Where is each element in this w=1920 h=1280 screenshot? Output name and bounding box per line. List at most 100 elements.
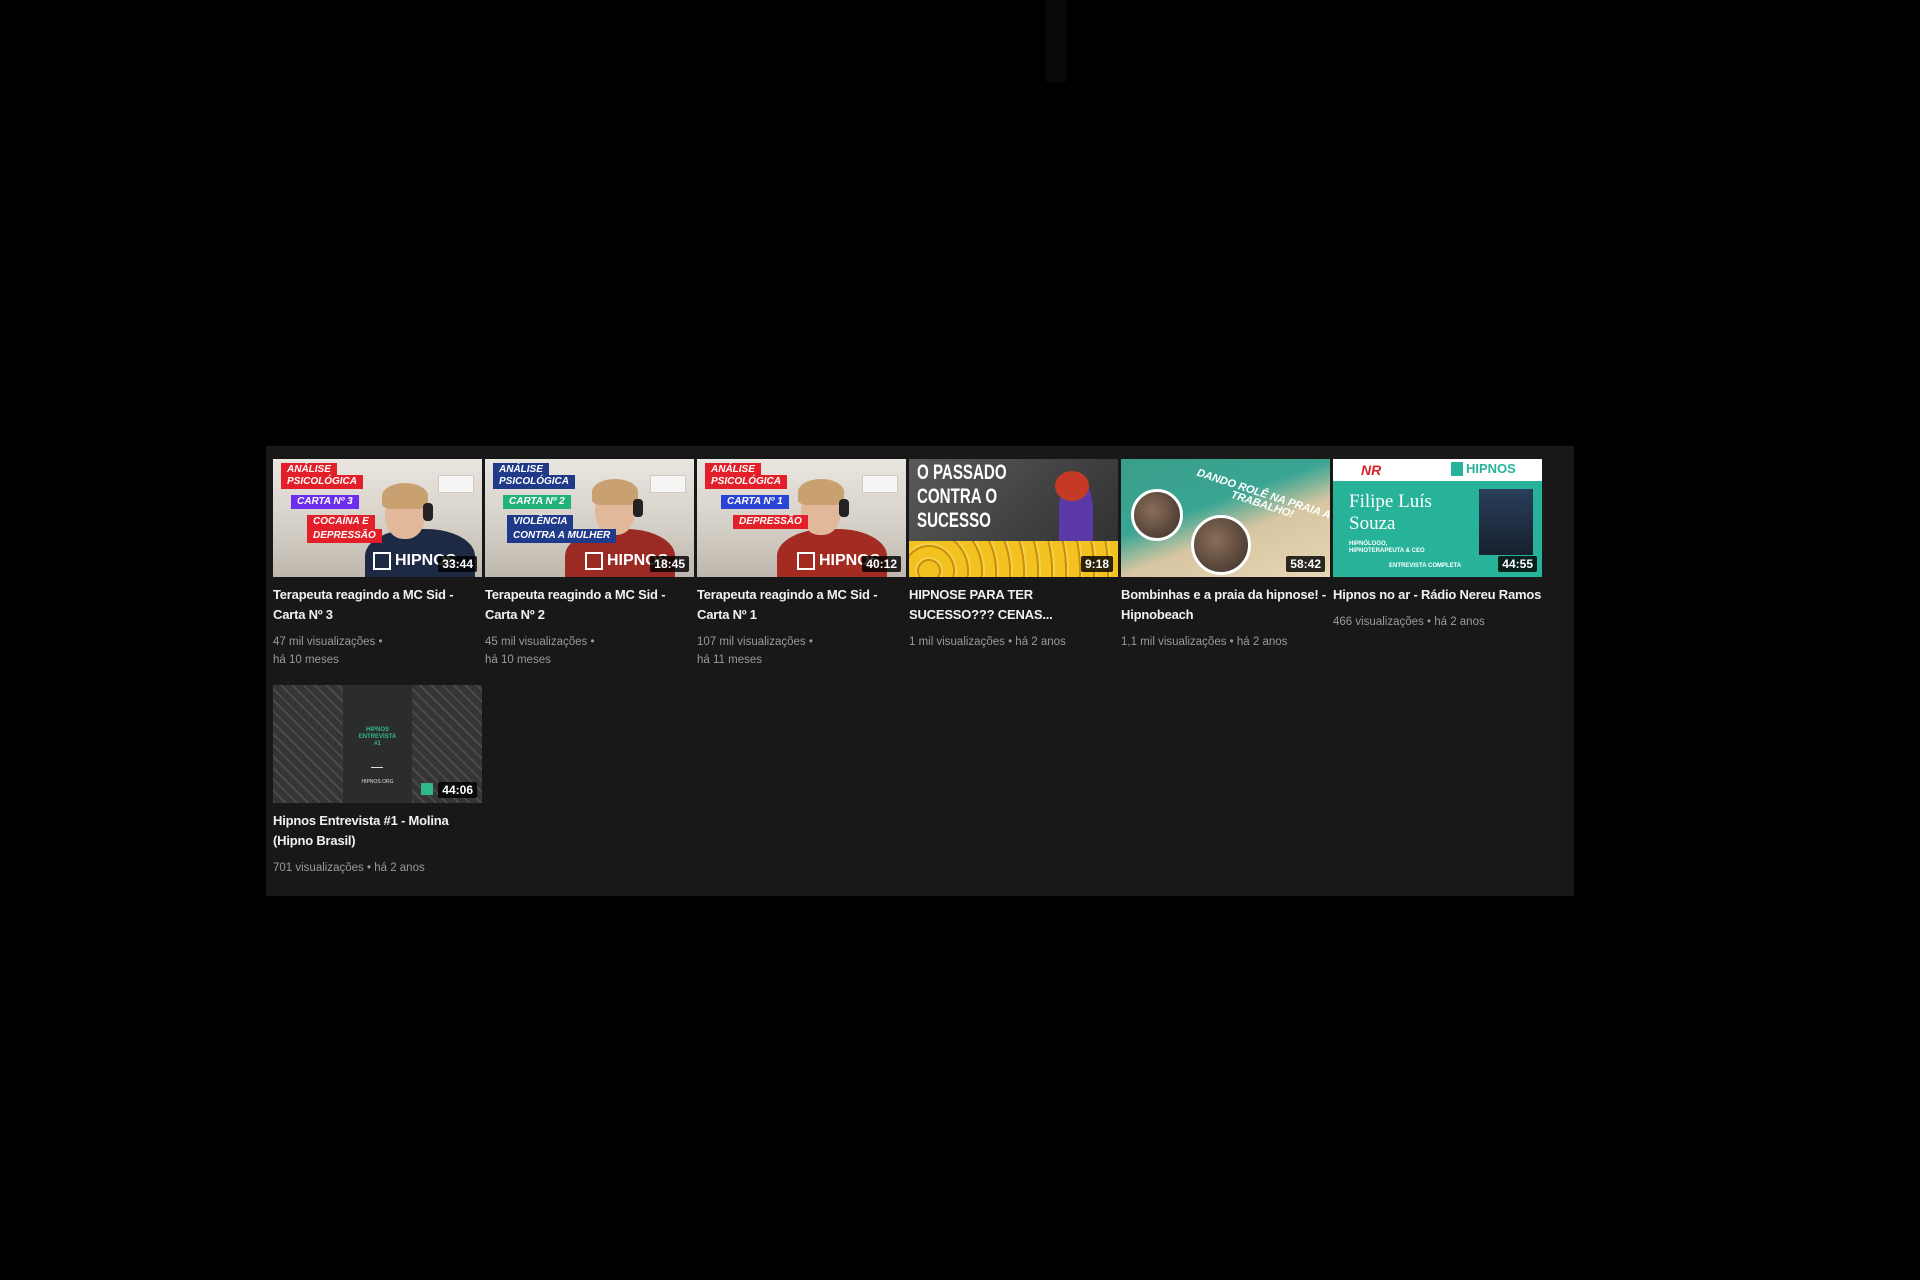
duration-badge: 9:18 xyxy=(1080,556,1113,572)
guest-role: HIPNOTERAPEUTA & CEO xyxy=(1349,548,1425,554)
view-count: 1 mil visualizações xyxy=(909,636,1005,648)
person-hair xyxy=(798,479,844,505)
guest-photo xyxy=(1479,489,1533,555)
divider xyxy=(371,767,383,768)
person-hair xyxy=(382,483,428,509)
air-conditioner xyxy=(862,475,898,493)
interview-heading: ENTREVISTA xyxy=(358,734,397,740)
duration-badge: 44:06 xyxy=(438,782,477,798)
upload-age: há 2 anos xyxy=(374,862,425,874)
photo-circle xyxy=(1131,489,1183,541)
photo-circle xyxy=(1191,515,1251,575)
separator-dot xyxy=(1005,636,1015,648)
duration-badge: 58:42 xyxy=(1286,556,1325,572)
thumbnail-tag: CARTA Nº 1 xyxy=(721,495,789,509)
thumbnail-tag: VIOLÊNCIA xyxy=(507,515,574,529)
view-count: 47 mil visualizações xyxy=(273,636,376,648)
video-thumbnail[interactable]: ANÁLISE PSICOLÓGICA CARTA Nº 3 COCAÍNA E… xyxy=(273,459,482,577)
upload-age: há 10 meses xyxy=(273,654,339,666)
video-card[interactable]: NR HIPNOS Filipe Luís Souza HIPNÓLOGO, H… xyxy=(1333,459,1542,669)
thumbnail-tag: CARTA Nº 3 xyxy=(291,495,359,509)
separator-dot xyxy=(1424,616,1434,628)
video-card[interactable]: O PASSADO CONTRA O SUCESSO 9:18 HIPNOSE … xyxy=(909,459,1118,669)
video-thumbnail[interactable]: HIPNOS ENTREVISTA #1 HIPNOS.ORG 44:06 xyxy=(273,685,482,803)
upload-age: há 2 anos xyxy=(1434,616,1485,628)
video-card[interactable]: HIPNOS ENTREVISTA #1 HIPNOS.ORG 44:06 Hi… xyxy=(273,685,482,877)
interview-heading: HIPNOS xyxy=(365,727,389,733)
person-hair xyxy=(592,479,638,505)
view-count: 107 mil visualizações xyxy=(697,636,806,648)
upload-age: há 10 meses xyxy=(485,654,551,666)
video-metadata: 1,1 mil visualizações há 2 anos xyxy=(1121,633,1326,651)
thumbnail-tag: CONTRA A MULHER xyxy=(507,529,617,543)
video-metadata: 701 visualizações há 2 anos xyxy=(273,859,478,877)
video-title[interactable]: Hipnos Entrevista #1 - Molina (Hipno Bra… xyxy=(273,811,482,851)
architecture-image xyxy=(273,685,343,803)
separator-dot xyxy=(587,636,594,648)
thumbnail-tag: PSICOLÓGICA xyxy=(493,475,576,489)
upload-age: há 11 meses xyxy=(697,654,762,666)
separator-dot xyxy=(375,636,382,648)
view-count: 1,1 mil visualizações xyxy=(1121,636,1227,648)
video-thumbnail[interactable]: O PASSADO CONTRA O SUCESSO 9:18 xyxy=(909,459,1118,577)
video-thumbnail[interactable]: DANDO ROLÊ NA PRAIA A TRABALHO! 58:42 xyxy=(1121,459,1330,577)
video-metadata: 45 mil visualizações há 10 meses xyxy=(485,633,690,669)
video-thumbnail[interactable]: ANÁLISE PSICOLÓGICA CARTA Nº 1 DEPRESSÃO… xyxy=(697,459,906,577)
view-count: 701 visualizações xyxy=(273,862,364,874)
video-card[interactable]: DANDO ROLÊ NA PRAIA A TRABALHO! 58:42 Bo… xyxy=(1121,459,1330,669)
view-count: 466 visualizações xyxy=(1333,616,1424,628)
headset-icon xyxy=(839,499,849,517)
website-label: HIPNOS.ORG xyxy=(361,779,394,785)
upload-age: há 2 anos xyxy=(1236,636,1288,648)
video-metadata: 47 mil visualizações há 10 meses xyxy=(273,633,478,669)
headset-icon xyxy=(633,499,643,517)
duration-badge: 40:12 xyxy=(862,556,901,572)
video-card[interactable]: ANÁLISE PSICOLÓGICA CARTA Nº 3 COCAÍNA E… xyxy=(273,459,482,669)
headline-line: O PASSADO xyxy=(917,461,1007,484)
air-conditioner xyxy=(650,475,686,493)
video-card[interactable]: ANÁLISE PSICOLÓGICA CARTA Nº 1 DEPRESSÃO… xyxy=(697,459,906,669)
upload-age: há 2 anos xyxy=(1015,636,1066,648)
video-grid: ANÁLISE PSICOLÓGICA CARTA Nº 3 COCAÍNA E… xyxy=(273,459,1542,877)
separator-dot xyxy=(364,862,374,874)
logo-box-icon xyxy=(373,552,391,570)
guest-name: Souza xyxy=(1349,513,1396,534)
air-conditioner xyxy=(438,475,474,493)
video-title[interactable]: HIPNOSE PARA TER SUCESSO??? CENAS... xyxy=(909,585,1118,625)
top-notch xyxy=(1046,0,1066,82)
video-title[interactable]: Terapeuta reagindo a MC Sid - Carta Nº 2 xyxy=(485,585,694,625)
guest-name: Filipe Luís xyxy=(1349,491,1432,512)
view-count: 45 mil visualizações xyxy=(485,636,588,648)
headline-line: SUCESSO xyxy=(917,509,991,532)
woman-hair xyxy=(1055,471,1089,501)
video-title[interactable]: Terapeuta reagindo a MC Sid - Carta Nº 1 xyxy=(697,585,906,625)
video-title[interactable]: Terapeuta reagindo a MC Sid - Carta Nº 3 xyxy=(273,585,482,625)
video-metadata: 466 visualizações há 2 anos xyxy=(1333,613,1538,631)
video-title[interactable]: Hipnos no ar - Rádio Nereu Ramos xyxy=(1333,585,1542,605)
thumbnail-tag: COCAÍNA E xyxy=(307,515,375,529)
thumbnail-tag: DEPRESSÃO xyxy=(307,529,382,543)
interview-label: ENTREVISTA COMPLETA xyxy=(1389,563,1462,569)
separator-dot xyxy=(1226,636,1236,648)
duration-badge: 33:44 xyxy=(438,556,477,572)
logo-box-icon xyxy=(585,552,603,570)
headset-icon xyxy=(423,503,433,521)
duration-badge: 44:55 xyxy=(1498,556,1537,572)
duration-badge: 18:45 xyxy=(650,556,689,572)
separator-dot xyxy=(806,636,813,648)
video-metadata: 1 mil visualizações há 2 anos xyxy=(909,633,1114,651)
hipnos-square-icon xyxy=(421,783,433,795)
thumbnail-tag: CARTA Nº 2 xyxy=(503,495,571,509)
thumbnail-tag: PSICOLÓGICA xyxy=(705,475,788,489)
video-thumbnail[interactable]: ANÁLISE PSICOLÓGICA CARTA Nº 2 VIOLÊNCIA… xyxy=(485,459,694,577)
video-thumbnail[interactable]: NR HIPNOS Filipe Luís Souza HIPNÓLOGO, H… xyxy=(1333,459,1542,577)
video-title[interactable]: Bombinhas e a praia da hipnose! - Hipnob… xyxy=(1121,585,1330,625)
video-card[interactable]: ANÁLISE PSICOLÓGICA CARTA Nº 2 VIOLÊNCIA… xyxy=(485,459,694,669)
radio-badge: NR xyxy=(1361,462,1382,478)
logo-box-icon xyxy=(797,552,815,570)
videos-panel: ANÁLISE PSICOLÓGICA CARTA Nº 3 COCAÍNA E… xyxy=(266,446,1574,896)
video-metadata: 107 mil visualizações há 11 meses xyxy=(697,633,902,669)
thumbnail-tag: DEPRESSÃO xyxy=(733,515,808,529)
interview-heading: #1 xyxy=(374,741,381,747)
headline-line: CONTRA O xyxy=(917,485,998,508)
